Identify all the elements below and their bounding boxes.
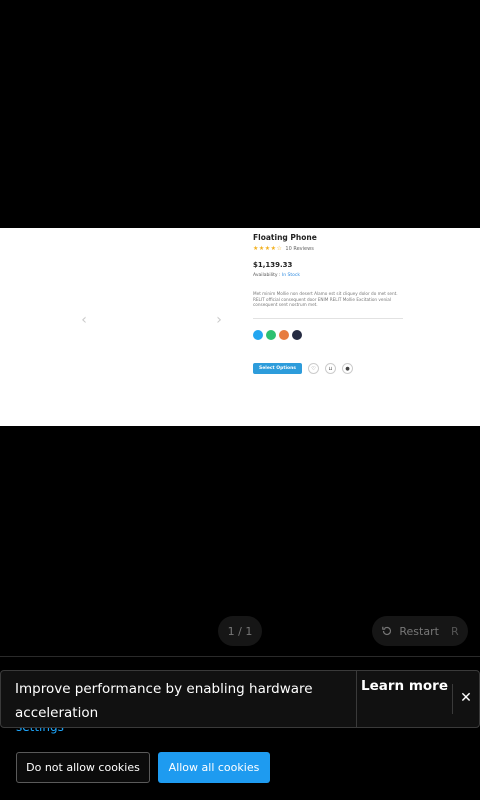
- product-rating: ★★★★☆ 10 Reviews: [253, 245, 314, 252]
- restart-icon: [382, 626, 392, 636]
- rating-stars-icon: ★★★★☆: [253, 245, 283, 252]
- review-count: 10 Reviews: [285, 245, 314, 252]
- select-options-button[interactable]: Select Options: [253, 363, 302, 374]
- close-icon[interactable]: ✕: [456, 688, 476, 708]
- slide-prev-arrow-icon[interactable]: ‹: [79, 312, 89, 328]
- color-swatch[interactable]: [266, 330, 276, 340]
- availability-value: In Stock: [281, 273, 300, 278]
- slide-next-arrow-icon[interactable]: ›: [214, 312, 224, 328]
- allow-cookies-button[interactable]: Allow all cookies: [158, 752, 270, 783]
- color-swatch[interactable]: [292, 330, 302, 340]
- slide-pager: 1 / 1: [218, 616, 262, 646]
- product-availability: Availability : In Stock: [253, 273, 300, 278]
- slide-preview: [0, 228, 480, 426]
- product-price: $1,139.33: [253, 261, 293, 269]
- toast-message: Improve performance by enabling hardware…: [15, 681, 313, 721]
- restart-label: Restart: [399, 624, 439, 638]
- product-title: Floating Phone: [253, 233, 317, 242]
- availability-label: Availability :: [253, 273, 281, 278]
- product-description: Met minim Mollie non desert Alamo est si…: [253, 291, 398, 307]
- divider: [253, 318, 403, 319]
- restart-shortcut: R: [450, 624, 459, 638]
- deny-cookies-button[interactable]: Do not allow cookies: [16, 752, 150, 783]
- color-swatch[interactable]: [279, 330, 289, 340]
- product-actions: Select Options ♡ ⊔ ●: [253, 363, 353, 374]
- presentation-stage: ‹ › Floating Phone ★★★★☆ 10 Reviews $1,1…: [0, 0, 480, 800]
- color-swatch[interactable]: [253, 330, 263, 340]
- toast-divider: [452, 684, 453, 714]
- cart-icon[interactable]: ⊔: [325, 363, 336, 374]
- heart-icon[interactable]: ♡: [308, 363, 319, 374]
- color-swatches: [253, 330, 302, 340]
- eye-icon[interactable]: ●: [342, 363, 353, 374]
- restart-button[interactable]: Restart R: [372, 616, 468, 646]
- learn-more-button[interactable]: Learn more: [357, 674, 452, 724]
